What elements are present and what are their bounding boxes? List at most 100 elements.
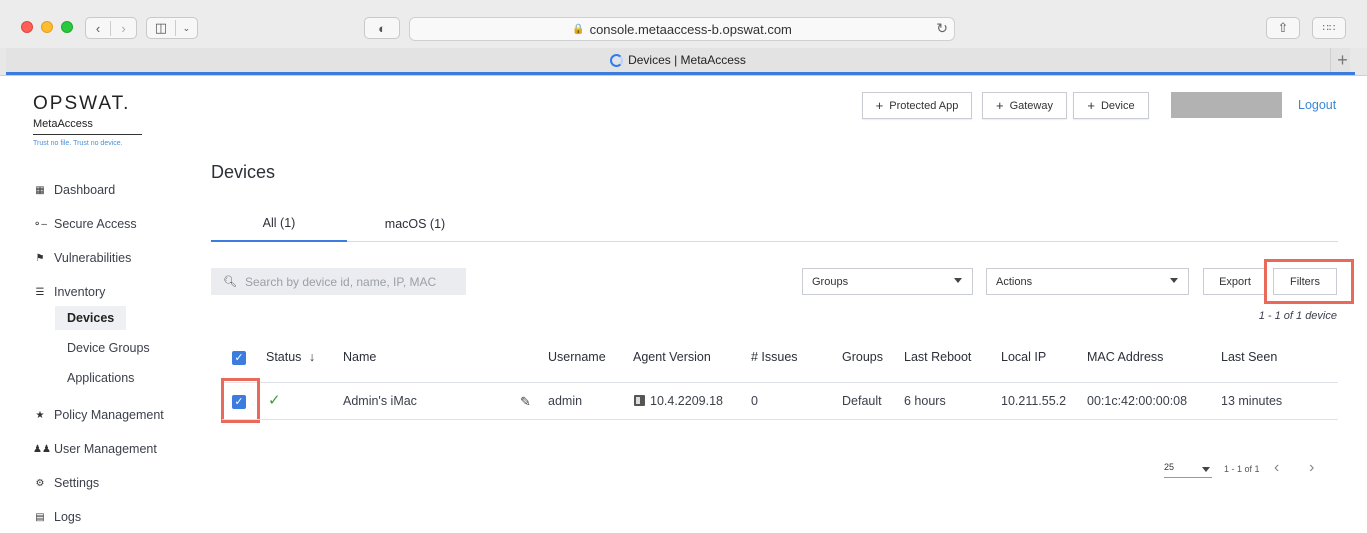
sidebar-item-label: User Management	[54, 442, 157, 456]
column-header-username[interactable]: Username	[548, 350, 606, 364]
flag-icon: ⚑	[35, 252, 45, 264]
new-tab-button[interactable]: +	[1330, 48, 1354, 72]
next-page-icon[interactable]: ›	[1309, 459, 1314, 477]
select-value: Actions	[996, 275, 1033, 288]
device-count: 1 - 1 of 1 device	[1258, 310, 1337, 322]
zoom-window-button[interactable]	[61, 21, 73, 33]
table-divider	[222, 382, 1338, 383]
column-header-last-reboot[interactable]: Last Reboot	[904, 350, 971, 364]
page-title: Devices	[211, 162, 276, 182]
account-info-redacted[interactable]	[1171, 92, 1282, 118]
sidebar-item-label: Logs	[54, 510, 82, 524]
close-window-button[interactable]	[21, 21, 33, 33]
sort-down-icon: ↓	[308, 350, 316, 364]
highlight-filters	[1264, 259, 1354, 304]
caret-down-icon	[1202, 467, 1210, 472]
column-header-status[interactable]: Status ↓	[266, 350, 315, 364]
shield-privacy-button[interactable]: ◐	[364, 17, 400, 39]
gear-icon: ⚙	[35, 477, 45, 489]
column-header-last-seen[interactable]: Last Seen	[1221, 350, 1277, 364]
column-header-agent-version[interactable]: Agent Version	[633, 350, 711, 364]
plus-icon: +	[1087, 98, 1095, 113]
sidebar-subitem-device-groups[interactable]: Device Groups	[55, 336, 162, 360]
caret-down-icon	[1170, 278, 1178, 283]
minimize-window-button[interactable]	[41, 21, 53, 33]
column-header-mac-address[interactable]: MAC Address	[1087, 350, 1163, 364]
select-all-checkbox[interactable]: ✓	[232, 351, 246, 365]
key-icon: ⚬–	[33, 218, 47, 230]
table-divider	[222, 419, 1338, 420]
forward-icon[interactable]: ›	[111, 21, 136, 36]
tab-macos[interactable]: macOS (1)	[347, 206, 483, 241]
add-gateway-button[interactable]: + Gateway	[982, 92, 1067, 119]
sidebar-item-vulnerabilities[interactable]: ⚑ Vulnerabilities	[33, 251, 132, 265]
status-ok-icon: ✓	[268, 392, 281, 409]
chevron-down-icon: ⌄	[182, 22, 191, 33]
star-icon: ★	[35, 409, 45, 421]
issues-count[interactable]: 0	[751, 394, 758, 408]
sidebar-item-dashboard[interactable]: ▦ Dashboard	[33, 183, 115, 197]
groups-select[interactable]: Groups	[802, 268, 973, 295]
back-forward-buttons[interactable]: ‹ ›	[85, 17, 137, 39]
page-size-value: 25	[1164, 462, 1175, 472]
tab-overview-button[interactable]: ∷∷	[1312, 17, 1346, 39]
edit-pencil-icon[interactable]: ✎	[520, 394, 531, 410]
plus-icon: +	[875, 98, 884, 113]
page-size-select[interactable]: 25	[1164, 462, 1212, 478]
search-icon: 🔍︎	[223, 276, 237, 288]
sidebar-item-user-management[interactable]: ♟♟ User Management	[33, 442, 157, 456]
grid-icon: ▦	[35, 184, 45, 196]
add-device-button[interactable]: + Device	[1073, 92, 1149, 119]
address-bar[interactable]: 🔒 console.metaaccess-b.opswat.com ↻	[409, 17, 955, 41]
browser-tab[interactable]: Devices | MetaAccess	[6, 48, 1350, 72]
button-label: Gateway	[1009, 99, 1053, 112]
grid-icon: ∷∷	[1322, 22, 1336, 34]
column-header-groups[interactable]: Groups	[842, 350, 883, 364]
agent-icon	[634, 395, 645, 406]
local-ip: 10.211.55.2	[1001, 394, 1067, 408]
actions-select[interactable]: Actions	[986, 268, 1189, 295]
users-icon: ♟♟	[33, 443, 51, 455]
last-reboot: 6 hours	[904, 394, 946, 408]
sidebar-item-label: Vulnerabilities	[54, 251, 132, 265]
reload-icon[interactable]: ↻	[936, 20, 948, 37]
sidebar-item-label: Settings	[54, 476, 100, 490]
mac-address: 00:1c:42:00:00:08	[1087, 394, 1188, 408]
logout-link[interactable]: Logout	[1298, 98, 1336, 112]
opswat-logo[interactable]: OPSWAT.	[33, 93, 130, 115]
sidebar-item-label: Inventory	[54, 285, 106, 299]
page-load-progress	[6, 72, 1355, 75]
lock-icon: 🔒	[572, 23, 585, 35]
sidebar-item-inventory[interactable]: ☰ Inventory	[33, 285, 106, 299]
list-icon: ☰	[35, 286, 45, 298]
browser-chrome: ‹ › ◫ ⌄ ◐ 🔒 console.metaaccess-b.opswat.…	[0, 0, 1367, 76]
sidebar-item-logs[interactable]: ▤ Logs	[33, 510, 81, 524]
sidebar-item-label: Dashboard	[54, 183, 116, 197]
export-button[interactable]: Export	[1203, 268, 1267, 295]
sidebar-item-secure-access[interactable]: ⚬– Secure Access	[33, 217, 137, 231]
add-protected-app-button[interactable]: + Protected App	[862, 92, 972, 119]
device-group: Default	[842, 394, 882, 408]
column-header-issues[interactable]: # Issues	[751, 350, 798, 364]
button-label: Protected App	[889, 99, 959, 112]
highlight-row-checkbox	[221, 378, 260, 423]
search-input[interactable]: 🔍︎ Search by device id, name, IP, MAC	[211, 268, 466, 295]
tab-all[interactable]: All (1)	[211, 206, 347, 242]
search-placeholder: Search by device id, name, IP, MAC	[244, 274, 437, 289]
button-label: Device	[1100, 99, 1135, 112]
column-header-local-ip[interactable]: Local IP	[1001, 350, 1046, 364]
device-username: admin	[548, 394, 583, 408]
prev-page-icon[interactable]: ‹	[1274, 459, 1279, 477]
sidebar-item-settings[interactable]: ⚙ Settings	[33, 476, 100, 490]
tagline: Trust no file. Trust no device.	[33, 140, 123, 147]
sidebar-subitem-devices[interactable]: Devices	[55, 306, 127, 330]
select-value: Groups	[812, 275, 849, 288]
column-header-name[interactable]: Name	[343, 350, 376, 364]
back-icon[interactable]: ‹	[86, 20, 112, 36]
device-name[interactable]: Admin's iMac	[343, 394, 417, 408]
product-name: MetaAccess	[33, 118, 142, 135]
share-button[interactable]: ⇧	[1266, 17, 1300, 39]
sidebar-item-policy-management[interactable]: ★ Policy Management	[33, 408, 164, 422]
sidebar-subitem-applications[interactable]: Applications	[55, 366, 146, 390]
sidebar-toggle-button[interactable]: ◫ ⌄	[146, 17, 198, 39]
